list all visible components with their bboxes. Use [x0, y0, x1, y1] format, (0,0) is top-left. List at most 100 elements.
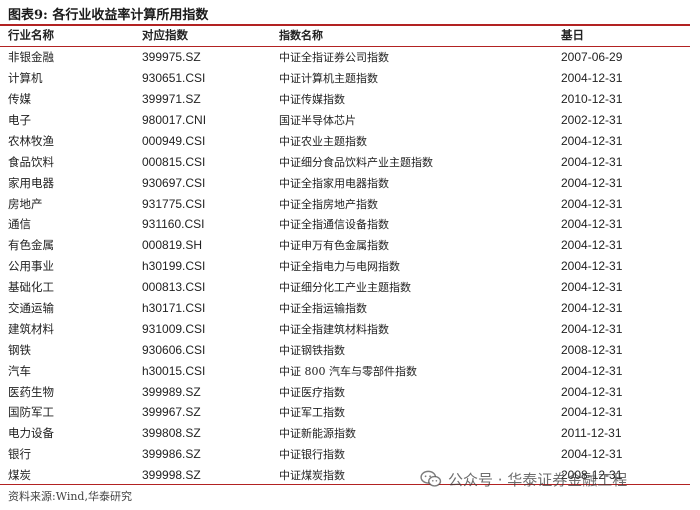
header-industry: 行业名称	[8, 28, 54, 43]
index-name-cell: 中证计算机主题指数	[279, 72, 378, 86]
watermark: 公众号 · 华泰证券金融工程	[420, 466, 627, 492]
industry-cell: 传媒	[8, 92, 31, 107]
industry-cell: 农林牧渔	[8, 133, 54, 148]
header-index-code: 对应指数	[142, 28, 188, 43]
index-code-cell: h30015.CSI	[142, 363, 206, 378]
table-body: 非银金融 399975.SZ 中证全指证券公司指数 2007-06-29 计算机 9306…	[0, 46, 690, 485]
base-date-cell: 2004-12-31	[561, 301, 623, 316]
industry-cell: 医药生物	[8, 384, 54, 399]
index-code-cell: 931775.CSI	[142, 196, 206, 211]
index-code-cell: 399986.SZ	[142, 447, 201, 462]
base-date-cell: 2004-12-31	[561, 447, 623, 462]
table-row: 有色金属 000819.SH 中证申万有色金属指数 2004-12-31	[0, 235, 690, 256]
table-row: 计算机 930651.CSI 中证计算机主题指数 2004-12-31	[0, 68, 690, 89]
index-name-cell: 中证细分化工产业主题指数	[279, 281, 411, 295]
index-code-cell: 980017.CNI	[142, 113, 207, 127]
industry-cell: 有色金属	[8, 238, 54, 253]
industry-cell: 电子	[8, 113, 31, 127]
table-row: 钢铁 930606.CSI 中证钢铁指数 2008-12-31	[0, 339, 690, 360]
table-row: 传媒 399971.SZ 中证传媒指数 2010-12-31	[0, 89, 690, 110]
base-date-cell: 2004-12-31	[561, 384, 623, 399]
base-date-cell: 2008-12-31	[561, 342, 623, 357]
industry-cell: 电力设备	[8, 426, 54, 441]
table-row: 非银金融 399975.SZ 中证全指证券公司指数 2007-06-29	[0, 46, 690, 67]
base-date-cell: 2004-12-31	[561, 196, 623, 211]
base-date-cell: 2004-12-31	[561, 133, 623, 148]
base-date-cell: 2004-12-31	[561, 321, 623, 336]
index-code-cell: h30171.CSI	[142, 301, 206, 316]
table-row: 国防军工 399967.SZ 中证军工指数 2004-12-31	[0, 402, 690, 423]
base-date-cell: 2004-12-31	[561, 175, 623, 190]
index-code-cell: 930606.CSI	[142, 342, 206, 357]
index-name-cell: 中证 800 汽车与零部件指数	[279, 364, 417, 378]
industry-cell: 交通运输	[8, 301, 54, 316]
industry-cell: 国防军工	[8, 405, 54, 420]
industry-cell: 家用电器	[8, 175, 54, 190]
index-code-cell: 000813.CSI	[142, 280, 206, 295]
index-name-cell: 中证细分食品饮料产业主题指数	[279, 155, 433, 169]
table-row: 交通运输 h30171.CSI 中证全指运输指数 2004-12-31	[0, 298, 690, 319]
index-code-cell: 399971.SZ	[142, 92, 201, 107]
index-name-cell: 中证全指房地产指数	[279, 197, 378, 211]
index-name-cell: 中证医疗指数	[279, 385, 345, 399]
industry-cell: 通信	[8, 217, 31, 232]
base-date-cell: 2004-12-31	[561, 217, 623, 232]
index-code-cell: h30199.CSI	[142, 259, 206, 274]
industry-cell: 计算机	[8, 71, 43, 86]
table-row: 通信 931160.CSI 中证全指通信设备指数 2004-12-31	[0, 214, 690, 235]
watermark-text: 公众号 · 华泰证券金融工程	[448, 470, 628, 489]
index-name-cell: 中证传媒指数	[279, 93, 345, 107]
index-name-cell: 中证全指运输指数	[279, 302, 367, 316]
table-row: 医药生物 399989.SZ 中证医疗指数 2004-12-31	[0, 381, 690, 402]
index-code-cell: 000819.SH	[142, 238, 203, 253]
base-date-cell: 2004-12-31	[561, 259, 623, 274]
table-row: 建筑材料 931009.CSI 中证全指建筑材料指数 2004-12-31	[0, 318, 690, 339]
index-code-cell: 000815.CSI	[142, 154, 206, 169]
base-date-cell: 2004-12-31	[561, 363, 623, 378]
figure-title: 图表9: 各行业收益率计算所用指数	[8, 8, 209, 23]
base-date-cell: 2011-12-31	[561, 426, 622, 441]
base-date-cell: 2004-12-31	[561, 280, 623, 295]
table-header-row: 行业名称 对应指数 指数名称 基日	[0, 25, 690, 47]
figure-header: 图表9: 各行业收益率计算所用指数	[0, 0, 700, 26]
base-date-cell: 2004-12-31	[561, 71, 623, 86]
table-row: 农林牧渔 000949.CSI 中证农业主题指数 2004-12-31	[0, 130, 690, 151]
index-name-cell: 中证申万有色金属指数	[279, 239, 389, 253]
table-row: 家用电器 930697.CSI 中证全指家用电器指数 2004-12-31	[0, 172, 690, 193]
index-name-cell: 中证军工指数	[279, 406, 345, 420]
table-row: 基础化工 000813.CSI 中证细分化工产业主题指数 2004-12-31	[0, 277, 690, 298]
index-name-cell: 中证全指建筑材料指数	[279, 322, 389, 336]
industry-cell: 非银金融	[8, 50, 54, 65]
table-row: 食品饮料 000815.CSI 中证细分食品饮料产业主题指数 2004-12-31	[0, 151, 690, 172]
index-name-cell: 国证半导体芯片	[279, 114, 356, 127]
index-code-cell: 000949.CSI	[142, 133, 206, 148]
index-code-cell: 931009.CSI	[142, 321, 206, 336]
index-name-cell: 中证钢铁指数	[279, 343, 345, 357]
industry-cell: 汽车	[8, 363, 31, 378]
index-code-cell: 930697.CSI	[142, 175, 206, 190]
index-code-cell: 399989.SZ	[142, 384, 201, 399]
header-index-name: 指数名称	[279, 29, 323, 43]
industry-cell: 建筑材料	[8, 321, 54, 336]
base-date-cell: 2004-12-31	[561, 154, 623, 169]
index-table: 行业名称 对应指数 指数名称 基日 非银金融 399975.SZ 中证全指证券公司指…	[0, 25, 690, 486]
industry-cell: 钢铁	[8, 342, 31, 357]
index-code-cell: 399998.SZ	[142, 468, 201, 483]
index-name-cell: 中证农业主题指数	[279, 134, 367, 148]
index-name-cell: 中证全指通信设备指数	[279, 218, 389, 232]
index-code-cell: 399967.SZ	[142, 405, 201, 420]
base-date-cell: 2010-12-31	[561, 92, 623, 107]
table-row: 银行 399986.SZ 中证银行指数 2004-12-31	[0, 444, 690, 465]
industry-cell: 煤炭	[8, 468, 31, 483]
index-code-cell: 930651.CSI	[142, 71, 206, 86]
industry-cell: 基础化工	[8, 280, 54, 295]
index-name-cell: 中证银行指数	[279, 448, 345, 462]
index-name-cell: 中证全指家用电器指数	[279, 176, 389, 190]
base-date-cell: 2007-06-29	[561, 50, 623, 65]
header-base-date: 基日	[561, 28, 584, 43]
table-row: 房地产 931775.CSI 中证全指房地产指数 2004-12-31	[0, 193, 690, 214]
industry-cell: 公用事业	[8, 259, 54, 274]
industry-cell: 银行	[8, 447, 31, 462]
index-name-cell: 中证新能源指数	[279, 427, 356, 441]
table-row: 电力设备 399808.SZ 中证新能源指数 2011-12-31	[0, 423, 690, 444]
